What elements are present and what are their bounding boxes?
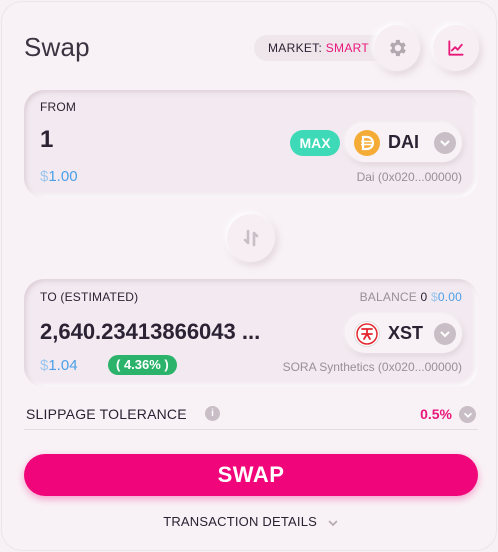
- chart-icon: [448, 40, 464, 56]
- market-label: MARKET:: [268, 41, 323, 55]
- chevron-down-icon: [434, 132, 456, 154]
- from-label: FROM: [40, 100, 77, 114]
- slippage-row[interactable]: SLIPPAGE TOLERANCE i 0.5%: [24, 400, 478, 430]
- transaction-details-toggle[interactable]: TRANSACTION DETAILS: [2, 514, 498, 529]
- price-impact-badge: ( 4.36% ): [108, 355, 177, 375]
- from-amount-input[interactable]: 1: [40, 126, 53, 154]
- dai-icon: [354, 130, 380, 156]
- swap-direction-icon: [243, 229, 259, 247]
- settings-button[interactable]: [374, 25, 420, 71]
- from-token-symbol: DAI: [388, 132, 419, 152]
- transaction-details-label: TRANSACTION DETAILS: [163, 514, 317, 529]
- to-fiat-value: $1.04: [40, 357, 78, 374]
- xst-icon: [354, 321, 380, 347]
- chevron-down-icon[interactable]: [459, 406, 476, 423]
- max-button[interactable]: MAX: [290, 130, 340, 156]
- to-panel: TO (ESTIMATED) BALANCE 0 $0.00 2,640.234…: [24, 279, 478, 387]
- from-token-select[interactable]: DAI: [346, 124, 462, 162]
- to-token-symbol: XST: [388, 323, 424, 343]
- to-fiat-amount: 1.04: [48, 357, 78, 374]
- swap-widget: Swap MARKET: SMART FROM 1 $1.00 Dai (0x0…: [2, 2, 496, 550]
- balance-label: BALANCE: [359, 290, 417, 304]
- swap-button[interactable]: SWAP: [24, 454, 478, 496]
- to-label: TO (ESTIMATED): [40, 290, 139, 304]
- from-fiat-value: $1.00: [40, 168, 78, 185]
- balance-fiat-symbol: $: [430, 290, 438, 304]
- to-token-address: SORA Synthetics (0x020...00000): [282, 360, 462, 374]
- chart-toggle-button[interactable]: [433, 25, 479, 71]
- info-icon[interactable]: i: [205, 406, 220, 421]
- slippage-value: 0.5%: [420, 406, 452, 422]
- balance-value: 0: [420, 290, 428, 304]
- to-balance: BALANCE 0 $0.00: [360, 290, 462, 304]
- slippage-label: SLIPPAGE TOLERANCE: [26, 406, 187, 422]
- gear-icon: [390, 39, 406, 57]
- market-value: SMART: [325, 41, 370, 55]
- to-token-select[interactable]: XST: [346, 315, 462, 353]
- from-panel: FROM 1 $1.00 Dai (0x020...00000) MAX DAI: [24, 90, 478, 198]
- balance-fiat-value: 0.00: [437, 290, 462, 304]
- chevron-down-icon: [328, 520, 338, 526]
- chevron-down-icon: [434, 323, 456, 345]
- to-amount-input[interactable]: 2,640.23413866043 ...: [40, 319, 260, 345]
- page-title: Swap: [24, 32, 90, 62]
- from-token-address: Dai (0x020...00000): [356, 170, 462, 184]
- from-fiat-amount: 1.00: [48, 168, 78, 185]
- switch-tokens-button[interactable]: [227, 214, 275, 262]
